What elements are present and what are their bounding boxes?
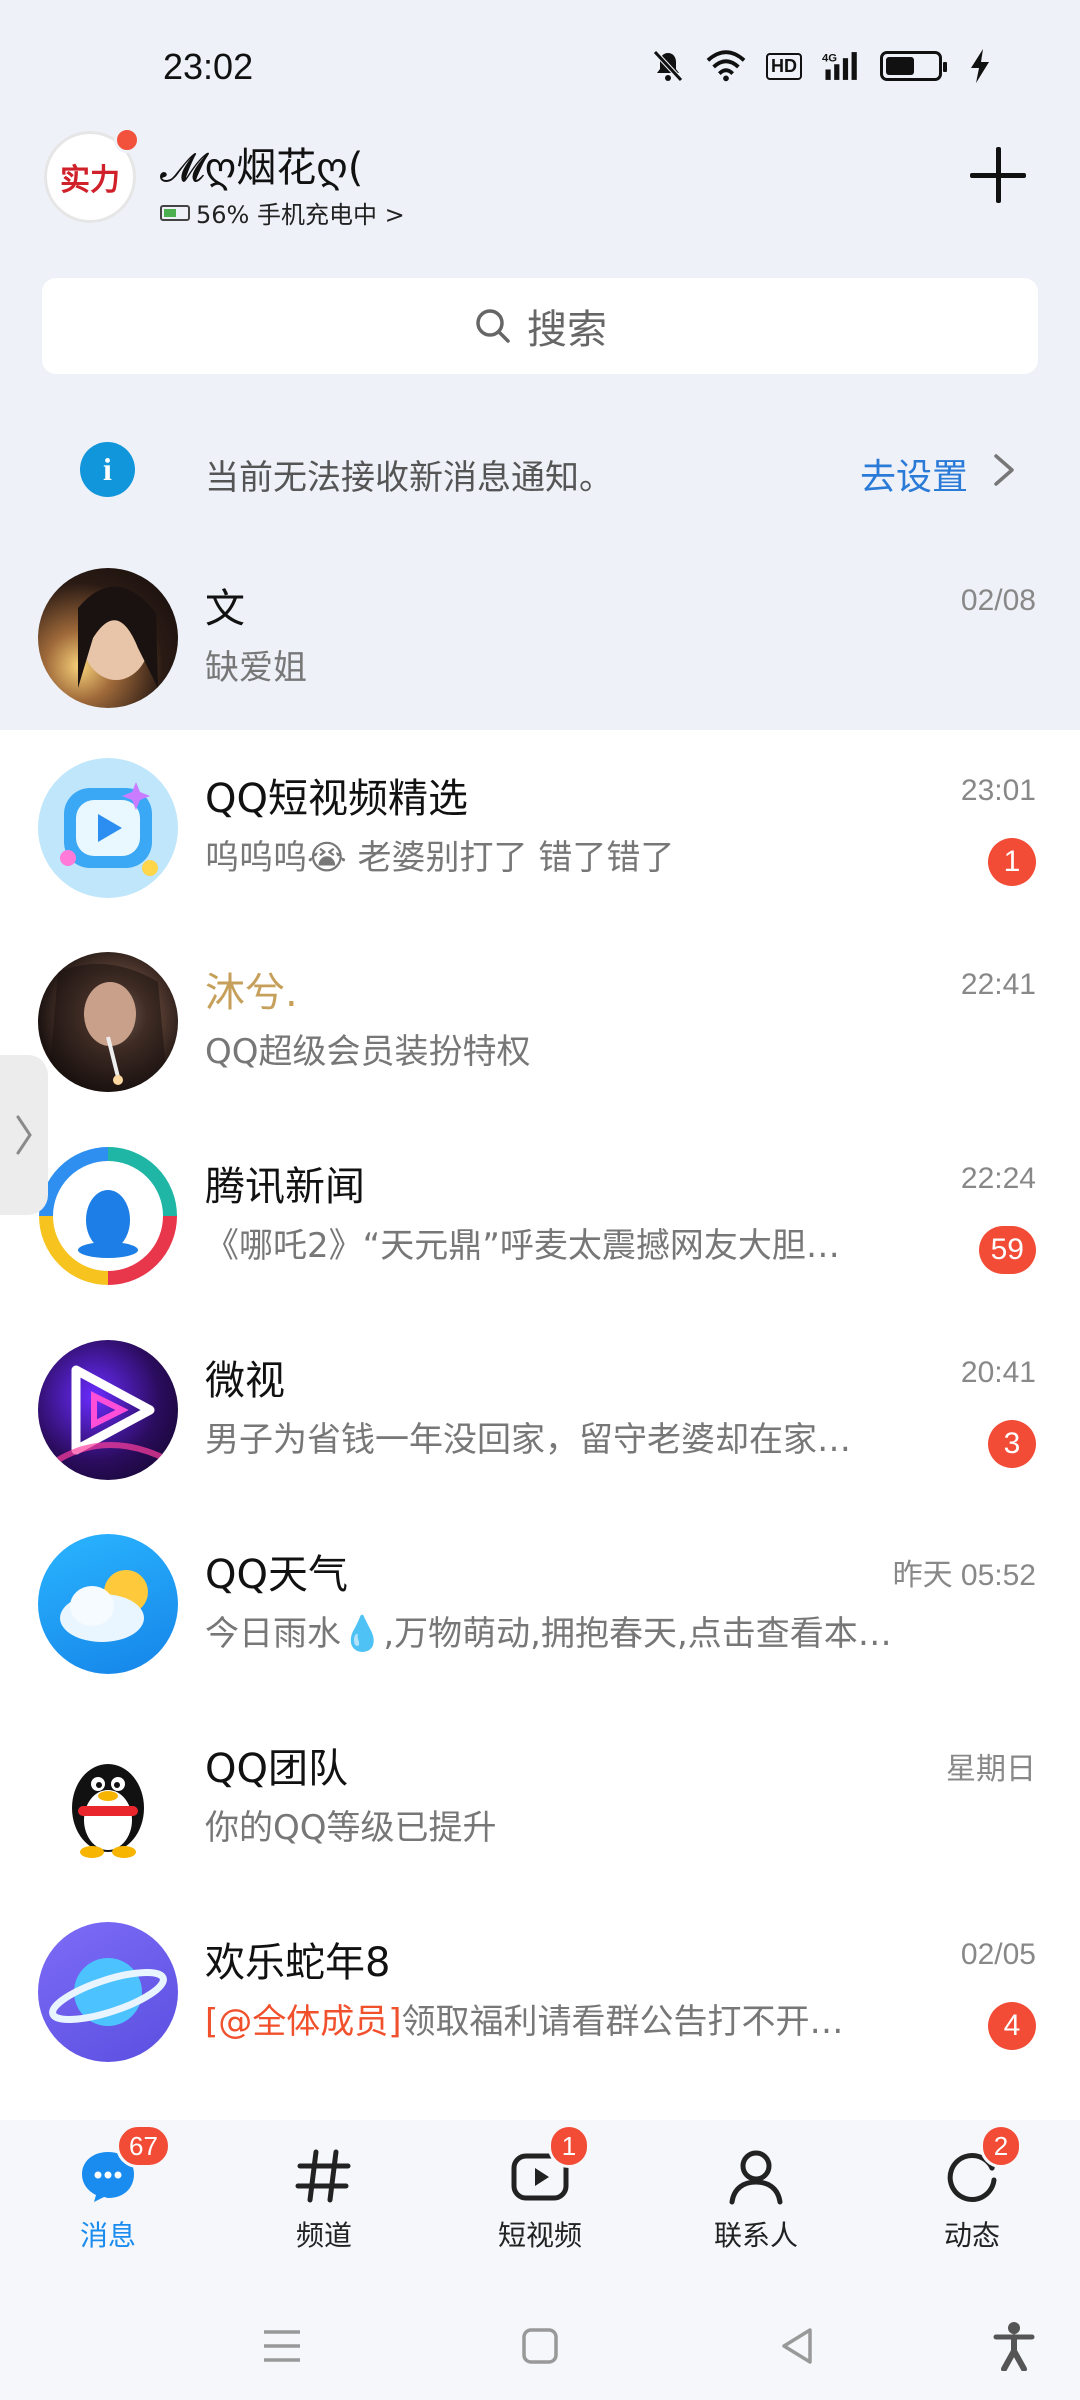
- weishi-logo: [38, 1340, 178, 1480]
- device-status-text: 56% 手机充电中 >: [196, 201, 405, 229]
- tab-contacts[interactable]: 联系人: [676, 2144, 836, 2274]
- search-label: 搜索: [527, 307, 607, 353]
- tab-label: 消息: [79, 2219, 136, 2252]
- back-triangle-icon[interactable]: [768, 2316, 828, 2376]
- conversation-time: 昨天 05:52: [892, 1559, 1036, 1592]
- group-avatar-planet: [38, 1922, 178, 2062]
- conversation-row[interactable]: 微视 男子为省钱一年没回家，留守老婆却在家… 20:41 3: [0, 1312, 1080, 1506]
- notification-warning: i 当前无法接收新消息通知。 去设置: [0, 410, 1080, 530]
- conversation-row[interactable]: QQ短视频精选 呜呜呜😭 老婆别打了 错了错了 23:01 1: [0, 730, 1080, 924]
- info-icon: i: [80, 442, 135, 497]
- tab-moments[interactable]: 2 动态: [892, 2124, 1052, 2274]
- conversation-row[interactable]: 腾讯新闻 《哪吒2》“天元鼎”呼麦太震撼网友大胆… 22:24 59: [0, 1118, 1080, 1312]
- menu-lines-icon[interactable]: [252, 2316, 312, 2376]
- conversation-preview: [@全体成员]领取福利请看群公告打不开…: [205, 1994, 844, 2043]
- net-type-label: 4G: [822, 53, 837, 65]
- qq-short-video-logo: [38, 758, 178, 898]
- hash-icon: [295, 2149, 351, 2203]
- conversation-time: 20:41: [960, 1356, 1036, 1389]
- tab-label: 短视频: [497, 2219, 582, 2252]
- hd-icon: HD: [764, 47, 804, 85]
- short-video-badge: 1: [548, 2124, 590, 2168]
- tab-messages[interactable]: 67 消息: [28, 2124, 188, 2274]
- tab-label: 动态: [943, 2219, 1000, 2252]
- conversation-preview: QQ超级会员装扮特权: [205, 1032, 531, 1072]
- status-bar: 23:02 HD 4G: [0, 0, 1080, 130]
- person-icon: [729, 2150, 783, 2205]
- go-settings-link[interactable]: 去设置: [860, 448, 968, 500]
- conversation-name: 微视: [205, 1358, 285, 1404]
- qq-weather-logo: [38, 1534, 178, 1674]
- conversation-time: 02/05: [960, 1938, 1036, 1971]
- tab-channels[interactable]: 频道: [244, 2144, 404, 2274]
- messages-badge: 67: [116, 2124, 171, 2168]
- my-avatar-text: 实力: [60, 163, 120, 198]
- notice-text: 当前无法接收新消息通知。: [205, 458, 613, 498]
- tab-label: 联系人: [713, 2219, 798, 2252]
- conversation-row[interactable]: QQ天气 今日雨水💧,万物萌动,拥抱春天,点击查看本地… 昨天 05:52: [0, 1506, 1080, 1700]
- unread-badge: 1: [988, 838, 1036, 886]
- search-icon: [476, 309, 510, 343]
- conversation-time: 23:01: [960, 774, 1036, 807]
- moments-badge: 2: [980, 2124, 1022, 2168]
- unread-badge: 59: [978, 1226, 1036, 1274]
- system-navigation-bar: [0, 2290, 1080, 2400]
- conversation-preview: 缺爱姐: [205, 648, 307, 688]
- conversation-name: QQ短视频精选: [205, 776, 468, 822]
- conversation-time: 22:24: [960, 1162, 1036, 1195]
- conversation-row[interactable]: 欢乐蛇年8 [@全体成员]领取福利请看群公告打不开… 02/05 4: [0, 1894, 1080, 2088]
- chevron-right-icon: [16, 1115, 32, 1155]
- conversation-time: 星期日: [946, 1753, 1036, 1786]
- mute-bell-icon: [648, 47, 688, 85]
- conversation-preview: 呜呜呜😭 老婆别打了 错了错了: [205, 838, 675, 878]
- status-time: 23:02: [163, 46, 254, 87]
- home-square-icon[interactable]: [510, 2316, 570, 2376]
- conversation-preview: 男子为省钱一年没回家，留守老婆却在家…: [205, 1420, 851, 1460]
- my-nickname[interactable]: 𝓜ღ烟花ღ(: [160, 135, 363, 193]
- bottom-navigation: 67 消息 频道 1 短视频 联系人 2 动态: [0, 2120, 1080, 2290]
- device-status[interactable]: 56% 手机充电中 >: [160, 195, 405, 230]
- conversation-name: 沐兮.: [205, 970, 298, 1016]
- device-battery-icon: [160, 204, 190, 221]
- conversation-row[interactable]: 沐兮. QQ超级会员装扮特权 22:41: [0, 924, 1080, 1118]
- status-icons: HD 4G: [648, 46, 1000, 86]
- accessibility-icon[interactable]: [984, 2316, 1044, 2376]
- conversation-name: QQ天气: [205, 1552, 348, 1598]
- contact-avatar: [38, 568, 178, 708]
- conversation-row[interactable]: QQ团队 你的QQ等级已提升 星期日: [0, 1700, 1080, 1894]
- header: 实力 𝓜ღ烟花ღ( 56% 手机充电中 >: [0, 125, 1080, 235]
- wifi-icon: [706, 47, 746, 85]
- search-bar[interactable]: 搜索: [42, 278, 1038, 374]
- conversation-name: 文: [205, 586, 245, 632]
- conversation-time: 02/08: [960, 584, 1036, 617]
- conversation-preview: 你的QQ等级已提升: [205, 1808, 497, 1848]
- qq-penguin-logo: [38, 1728, 178, 1868]
- side-drawer-handle[interactable]: [0, 1055, 48, 1215]
- add-button[interactable]: [968, 145, 1028, 205]
- avatar-status-dot: [114, 127, 140, 153]
- charging-bolt-icon: [960, 47, 1000, 85]
- conversation-time: 22:41: [960, 968, 1036, 1001]
- conversation-preview: 《哪吒2》“天元鼎”呼麦太震撼网友大胆…: [205, 1226, 840, 1266]
- conversation-name: QQ团队: [205, 1746, 348, 1792]
- conversation-row[interactable]: 文 缺爱姐 02/08: [0, 540, 1080, 734]
- unread-badge: 4: [988, 2002, 1036, 2050]
- conversation-name: 腾讯新闻: [205, 1164, 365, 1210]
- signal-icon: 4G: [822, 47, 862, 85]
- tab-label: 频道: [295, 2219, 352, 2252]
- mention-tag: [@全体成员]: [205, 2002, 402, 2042]
- battery-icon: [880, 51, 947, 81]
- conversation-preview-text: 领取福利请看群公告打不开…: [401, 2002, 844, 2042]
- chevron-right-icon[interactable]: [988, 452, 1020, 488]
- tab-short-video[interactable]: 1 短视频: [460, 2124, 620, 2274]
- conversation-name: 欢乐蛇年8: [205, 1940, 391, 1986]
- contact-avatar: [38, 952, 178, 1092]
- unread-badge: 3: [988, 1420, 1036, 1468]
- conversation-preview: 今日雨水💧,万物萌动,拥抱春天,点击查看本地…: [205, 1614, 915, 1654]
- tencent-news-logo: [38, 1146, 178, 1286]
